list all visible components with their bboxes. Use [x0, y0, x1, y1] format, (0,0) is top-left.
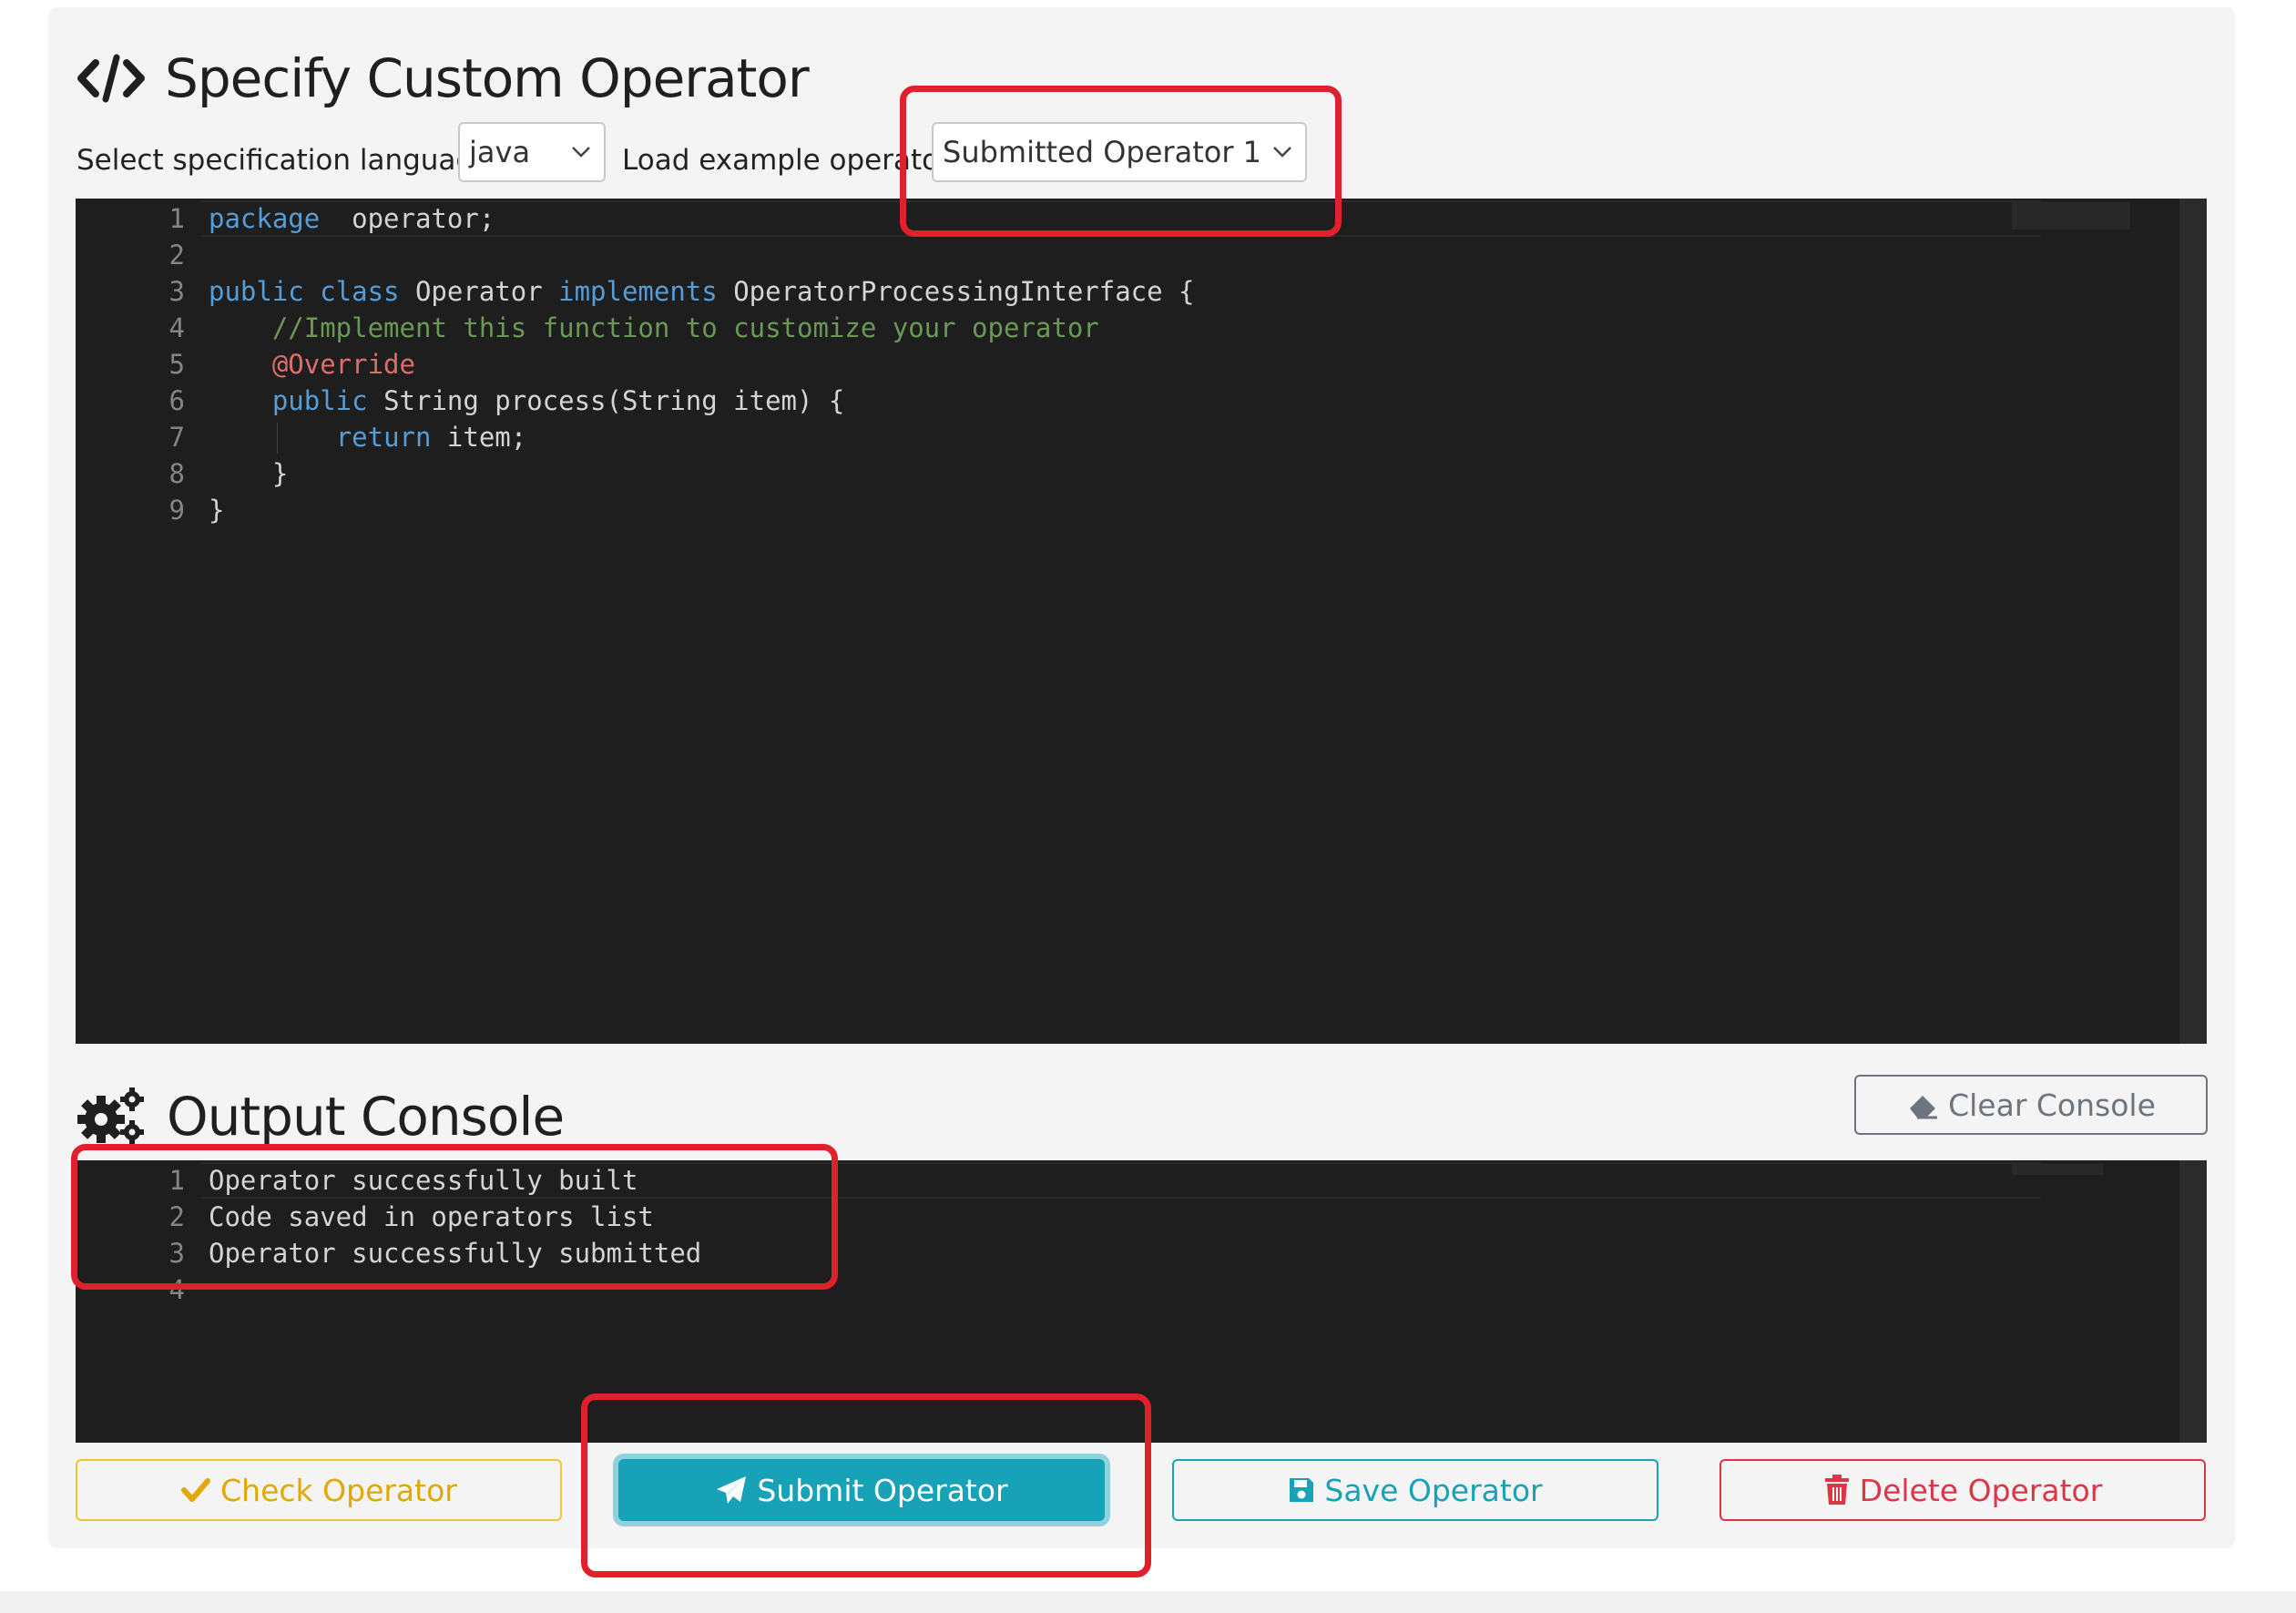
- code-text: public String process(String item) {: [271, 385, 845, 416]
- line-number: 8: [168, 458, 185, 489]
- language-select-value: java: [469, 135, 531, 169]
- line-number: 4: [168, 312, 185, 343]
- code-text: package operator;: [209, 203, 495, 234]
- delete-operator-button[interactable]: Delete Operator: [1719, 1459, 2206, 1521]
- floppy-disk-icon: [1290, 1478, 1314, 1502]
- save-operator-button[interactable]: Save Operator: [1172, 1459, 1658, 1521]
- highlight-console-output: [71, 1144, 838, 1290]
- line-number: 5: [168, 349, 185, 380]
- delete-operator-label: Delete Operator: [1859, 1472, 2103, 1508]
- code-line: 9}: [76, 492, 1988, 528]
- code-line: 4 //Implement this function to customize…: [76, 310, 1988, 346]
- console-title: Output Console: [167, 1086, 565, 1148]
- code-editor[interactable]: 1 package operator; 2 3 public class Operato…: [76, 199, 2207, 1044]
- page-footer-bar: [0, 1591, 2296, 1613]
- code-text: @Override: [271, 349, 415, 380]
- code-line: 5 @Override: [76, 346, 1988, 383]
- clear-console-button[interactable]: Clear Console: [1854, 1075, 2208, 1135]
- check-operator-label: Check Operator: [220, 1472, 457, 1508]
- gears-icon: [77, 1087, 144, 1144]
- check-icon: [181, 1478, 211, 1502]
- code-text: public class Operator implements Operato…: [209, 276, 1195, 307]
- clear-console-label: Clear Console: [1948, 1087, 2156, 1123]
- indent-guide: [277, 423, 278, 454]
- check-operator-button[interactable]: Check Operator: [76, 1459, 562, 1521]
- code-line: 3 public class Operator implements Operat…: [76, 273, 1988, 310]
- chevron-down-icon: [572, 147, 590, 158]
- console-scrollbar[interactable]: [2179, 1160, 2207, 1443]
- eraser-icon: [1910, 1096, 1938, 1119]
- line-number: 9: [168, 495, 185, 526]
- save-operator-label: Save Operator: [1324, 1472, 1543, 1508]
- language-select[interactable]: java: [458, 122, 606, 182]
- line-number: 3: [168, 276, 185, 307]
- code-text: }: [209, 458, 289, 489]
- code-line: 6 public String process(String item) {: [76, 383, 1988, 419]
- minimap[interactable]: [2012, 1164, 2103, 1175]
- highlight-example-select: [900, 86, 1342, 237]
- minimap[interactable]: [2012, 202, 2130, 230]
- line-number: 1: [168, 203, 185, 234]
- code-icon: [77, 54, 145, 103]
- trash-icon: [1824, 1475, 1849, 1505]
- highlight-submit-button: [581, 1394, 1151, 1577]
- line-number: 2: [168, 240, 185, 271]
- line-number: 6: [168, 385, 185, 416]
- editor-heading: Specify Custom Operator: [76, 42, 810, 115]
- operator-panel: Specify Custom Operator Select specifica…: [48, 7, 2235, 1548]
- line-number: 7: [168, 422, 185, 453]
- code-line: 7 return item;: [76, 419, 1988, 455]
- code-line: 2: [76, 237, 1988, 273]
- code-text: }: [209, 495, 225, 526]
- code-text: //Implement this function to customize y…: [271, 312, 1099, 343]
- language-label: Select specification language: [77, 144, 492, 177]
- editor-scrollbar[interactable]: [2179, 199, 2207, 1044]
- editor-title: Specify Custom Operator: [165, 47, 810, 109]
- code-text: return item;: [335, 422, 527, 453]
- code-line: 8 }: [76, 455, 1988, 492]
